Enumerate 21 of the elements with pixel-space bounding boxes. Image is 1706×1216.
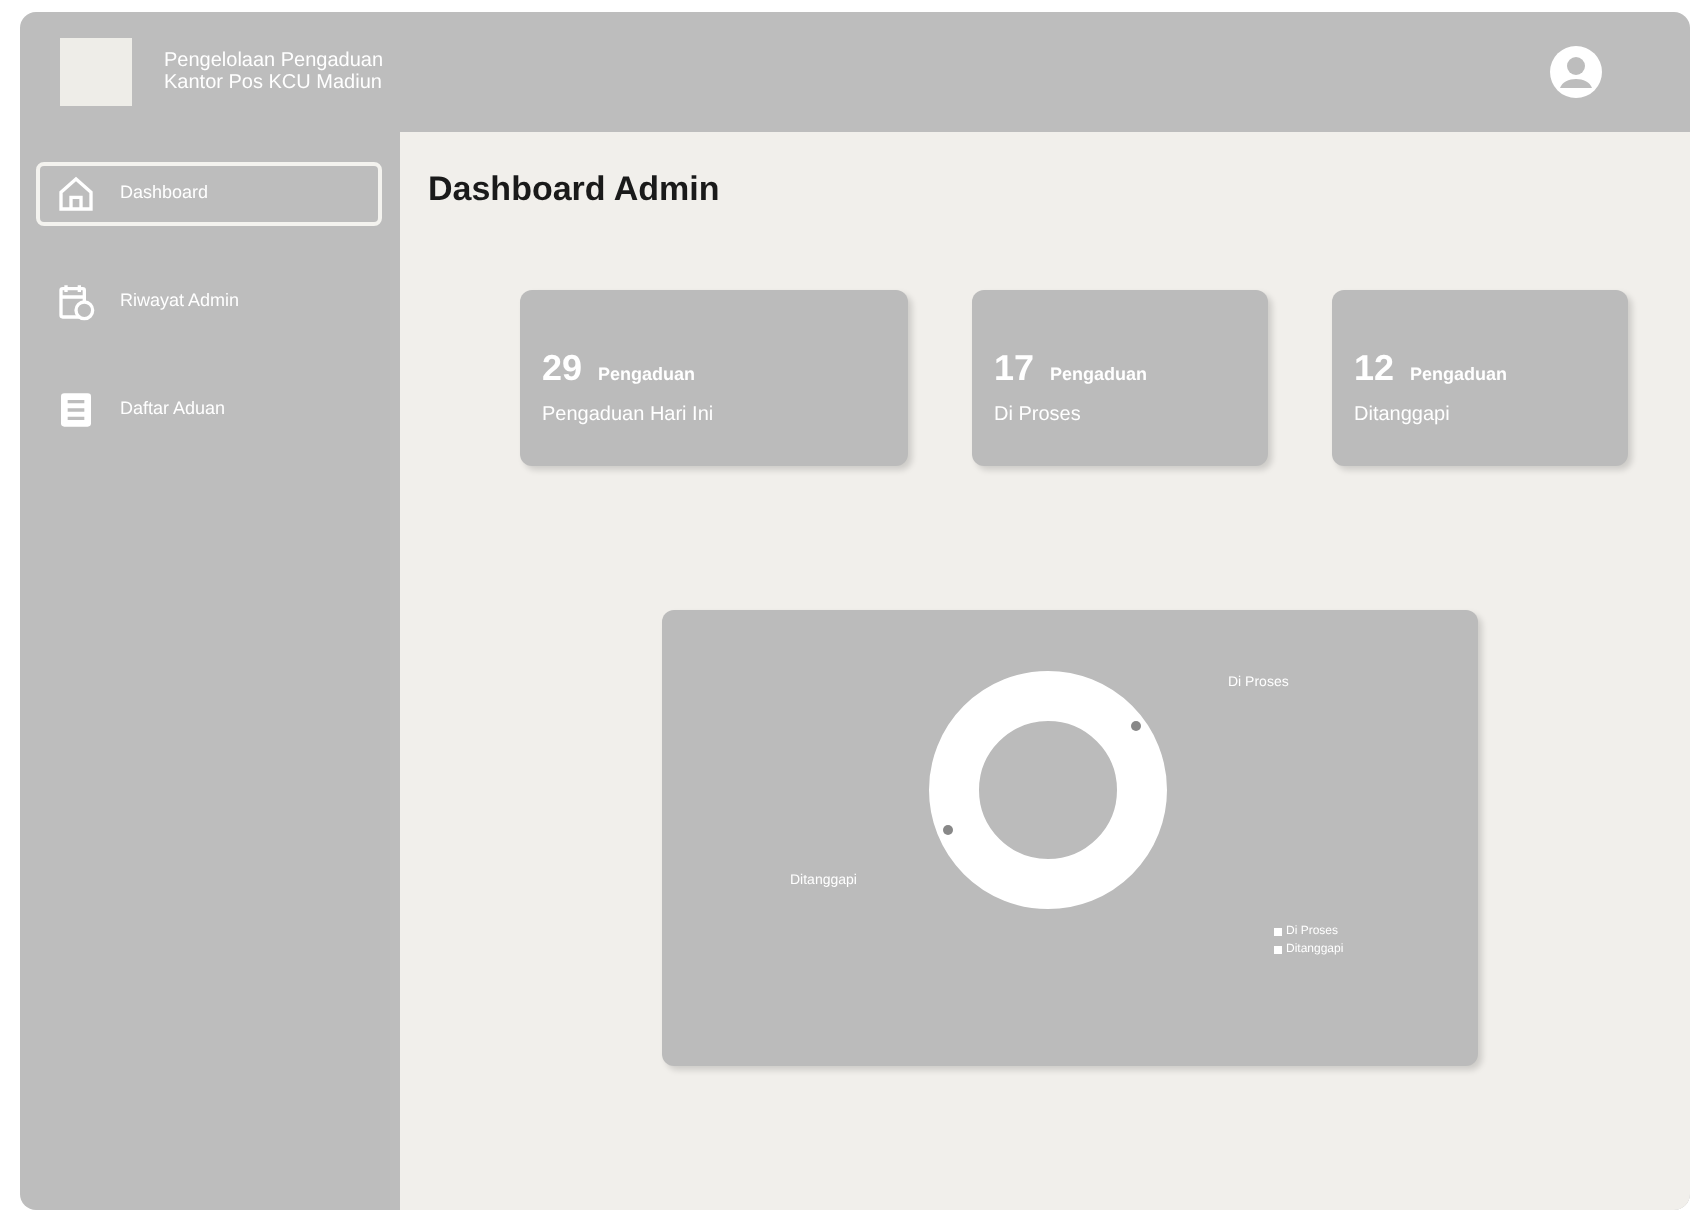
stat-unit: Pengaduan xyxy=(1410,362,1508,388)
stat-caption: Ditanggapi xyxy=(1354,402,1452,430)
legend-swatch-icon xyxy=(1274,946,1282,954)
calendar-icon xyxy=(56,282,96,322)
stat-caption: Pengaduan Hari Ini xyxy=(542,402,716,430)
user-avatar-icon[interactable] xyxy=(1550,46,1602,98)
stat-number: 12 xyxy=(1354,346,1395,392)
legend-swatch-icon xyxy=(1274,928,1282,936)
logo-placeholder xyxy=(60,38,132,106)
app-title: Pengelolaan Pengaduan Kantor Pos KCU Madiun xyxy=(164,50,384,94)
stat-unit: Pengaduan xyxy=(598,362,696,388)
stat-caption: Di Proses xyxy=(994,402,1083,430)
sidebar-item[interactable]: Daftar Aduan xyxy=(36,378,382,442)
sidebar-item[interactable]: Riwayat Admin xyxy=(36,270,382,334)
home-icon xyxy=(56,174,96,214)
stat-number: 17 xyxy=(994,346,1035,392)
list-icon xyxy=(56,390,96,430)
sidebar-item[interactable]: Dashboard xyxy=(36,162,382,226)
page-title: Dashboard Admin xyxy=(428,172,722,206)
stat-unit: Pengaduan xyxy=(1050,362,1148,388)
stat-number: 29 xyxy=(542,346,583,392)
